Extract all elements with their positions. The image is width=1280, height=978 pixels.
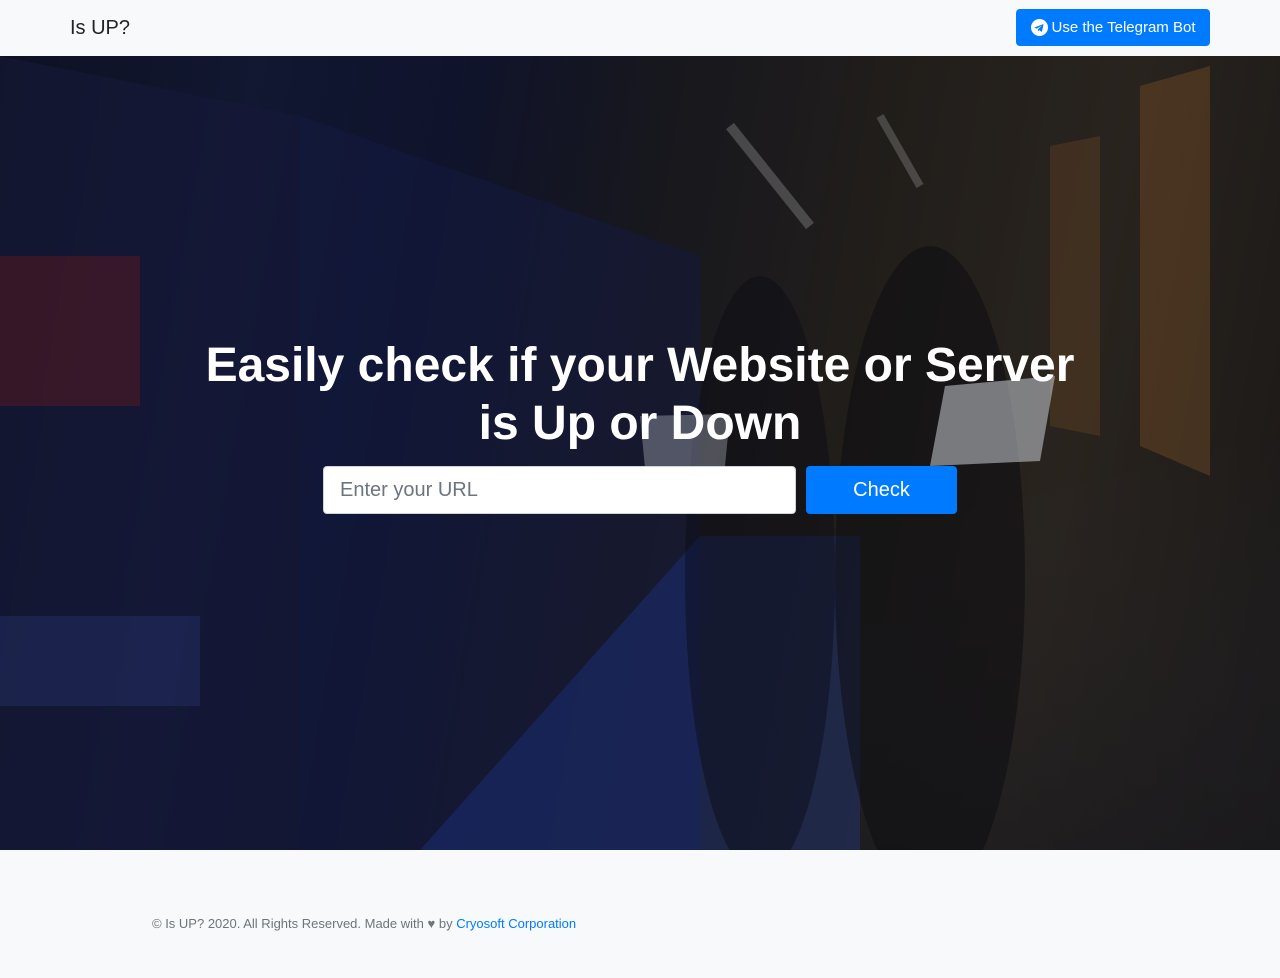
cryosoft-link[interactable]: Cryosoft Corporation — [456, 916, 576, 931]
footer-copyright: © Is UP? 2020. All Rights Reserved. Made… — [152, 916, 576, 931]
headline-line-2: is Up or Down — [478, 397, 802, 451]
brand-logo[interactable]: Is UP? — [70, 17, 130, 40]
heart-icon: ♥ — [427, 916, 436, 931]
url-input[interactable] — [323, 466, 796, 514]
footer: © Is UP? 2020. All Rights Reserved. Made… — [0, 850, 1280, 978]
telegram-bot-label: Use the Telegram Bot — [1051, 19, 1196, 36]
check-button[interactable]: Check — [806, 466, 957, 514]
footer-copyright-text: © Is UP? 2020. All Rights Reserved. Made… — [152, 916, 424, 931]
hero-headline: Easily check if your Website or Server i… — [0, 337, 1280, 453]
headline-line-1: Easily check if your Website or Server — [205, 339, 1075, 393]
navbar: Is UP? Use the Telegram Bot — [0, 0, 1280, 56]
telegram-icon — [1030, 19, 1048, 36]
hero-section: Easily check if your Website or Server i… — [0, 56, 1280, 850]
telegram-bot-button[interactable]: Use the Telegram Bot — [1016, 9, 1210, 46]
footer-by-text: by — [438, 916, 453, 931]
